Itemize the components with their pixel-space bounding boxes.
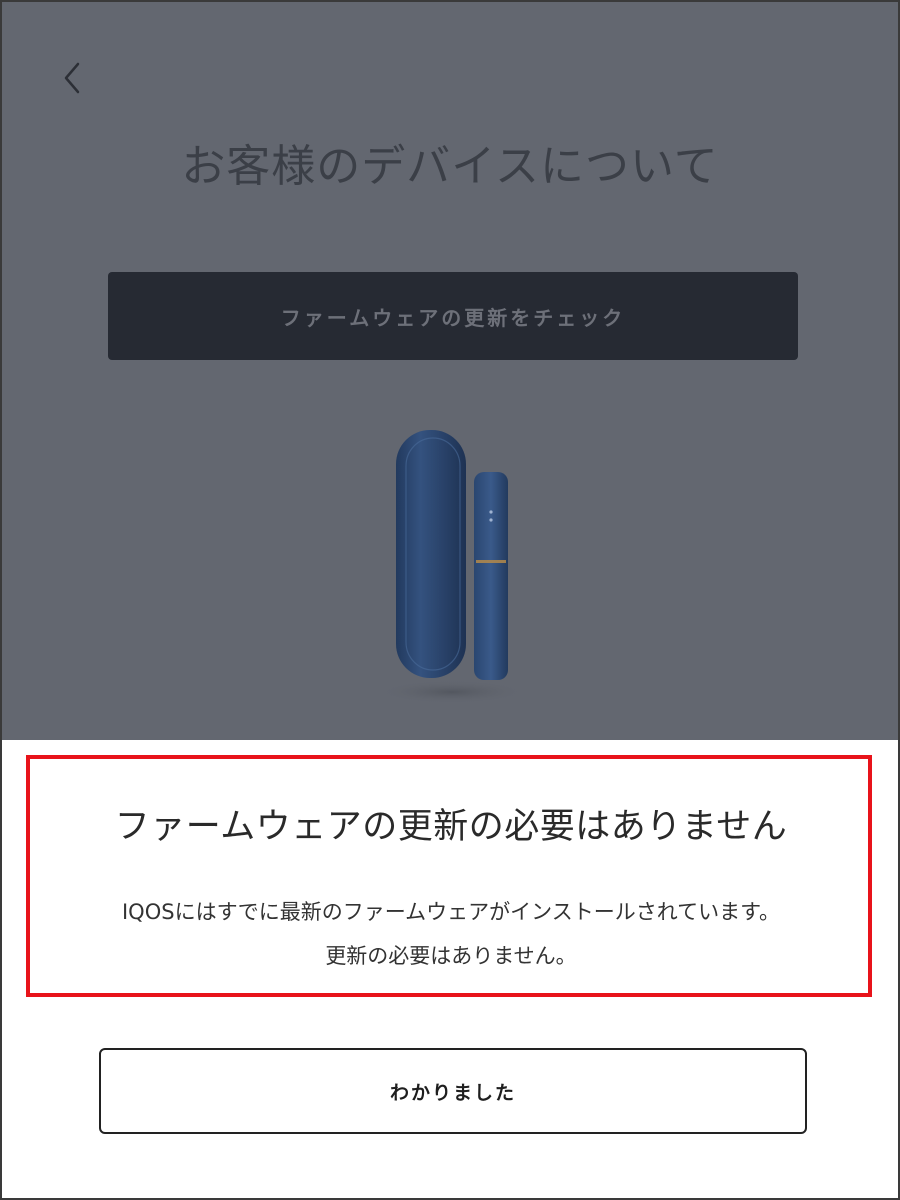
check-firmware-update-button[interactable]: ファームウェアの更新をチェック [108, 272, 798, 360]
ok-button-label: わかりました [389, 1081, 516, 1104]
page-title: お客様のデバイスについて [181, 141, 719, 192]
device-image [372, 412, 542, 712]
app-frame: お客様のデバイスについて ファームウェアの更新をチェック ファームウェアの更新の… [0, 0, 900, 1200]
dialog-message-line-2: 更新の必要はありません。 [325, 944, 577, 968]
check-firmware-update-label: ファームウェアの更新をチェック [280, 305, 626, 330]
dialog-message: IQOSにはすでに最新のファームウェアがインストールされています。 更新の必要は… [30, 890, 872, 978]
dialog-title: ファームウェアの更新の必要はありません [114, 807, 788, 847]
dialog-message-line-1: IQOSにはすでに最新のファームウェアがインストールされています。 [121, 900, 780, 924]
ok-button[interactable]: わかりました [99, 1048, 807, 1134]
firmware-status-dialog: ファームウェアの更新の必要はありません IQOSにはすでに最新のファームウェアが… [2, 740, 898, 1198]
dimmed-background-screen: お客様のデバイスについて ファームウェアの更新をチェック [2, 2, 898, 740]
chevron-left-icon[interactable] [58, 60, 86, 96]
